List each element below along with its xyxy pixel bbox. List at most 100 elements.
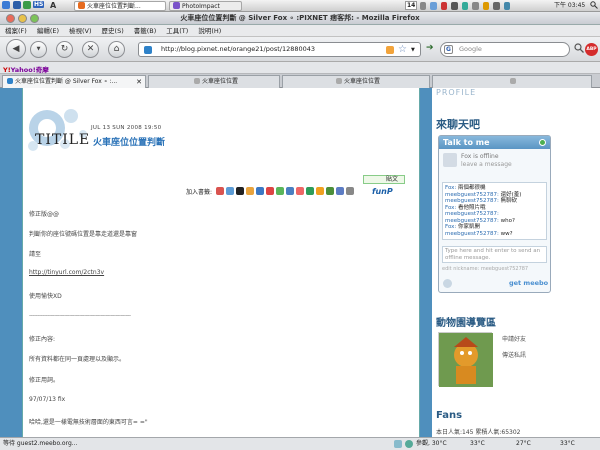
menu-bar: 檔案(F) 編輯(E) 檢視(V) 歷史(S) 書籤(B) 工具(T) 說明(H) [0,25,600,37]
app-icon-green[interactable] [23,1,33,10]
share-icon-14[interactable] [346,187,355,195]
menu-history[interactable]: 歷史(S) [97,25,129,37]
share-icon-7[interactable] [276,187,285,195]
share-icon-8[interactable] [286,187,295,195]
tray-usb-icon[interactable] [503,2,510,10]
tray-tool-icon[interactable] [451,2,458,10]
weather-2: 33°C [470,440,485,447]
stop-button[interactable]: ✕ [82,41,99,58]
share-icon-2[interactable] [226,187,235,195]
bookmark-star-icon[interactable]: ☆ [398,43,407,56]
share-icon-12[interactable] [326,187,335,195]
tray-chat-icon[interactable] [461,2,469,10]
url-text: http://blog.pixnet.net/orange21/post/128… [161,45,316,53]
profile-photo[interactable] [438,332,493,387]
post-link[interactable]: http://tinyurl.com/2ctn3v [29,269,104,276]
share-icon-3[interactable] [236,187,245,195]
share-icon-5[interactable] [256,187,265,195]
post-line-2: 判斷你的座位號碼位置是靠走道還是靠窗 [29,231,138,238]
chat-header-title: Talk to me [443,138,490,147]
tab-2-page-icon [193,78,200,84]
reload-button[interactable]: ↻ [56,41,73,58]
tab-close-icon[interactable]: ✕ [136,76,142,88]
tab-4[interactable] [432,75,592,88]
nickname-field[interactable]: edit nickname: meebguest752787 [442,265,547,274]
tray-speaker-icon[interactable] [420,2,427,10]
share-icon-11[interactable] [316,187,325,195]
rss-icon[interactable] [386,46,394,54]
leave-message-text: leave a message [461,161,512,168]
tab-3[interactable]: 火車座位位置 [282,75,430,88]
weather-4: 33°C [560,440,575,447]
post-line-1: 修正版@@ [29,211,60,218]
back-button[interactable]: ◀ [6,39,26,59]
share-icon-13[interactable] [336,187,345,195]
hs-icon[interactable]: HS [33,1,45,8]
chat-text: who? [500,217,515,224]
menu-edit[interactable]: 編輯(E) [32,25,64,37]
home-icon: ⌂ [113,44,120,54]
meebo-settings-icon[interactable] [443,279,452,288]
taskbar-app-firefox-label: 火車座位位置判斷... [87,3,141,10]
tray-number: 14 [405,1,418,10]
post-title[interactable]: 火車座位位置判斷 [93,135,165,148]
sidebar: PROFILE 來聊天吧 Talk to me Fox is offline l… [432,88,600,437]
tray-disk-icon[interactable] [493,2,500,10]
google-g-icon[interactable]: G [444,45,453,54]
taskbar-app-photoimpact[interactable]: PhotoImpact [169,1,242,11]
taskbar-app-firefox[interactable]: 火車座位位置判斷... [74,1,166,11]
cartoon-figure-icon [439,333,493,387]
funp-logo[interactable]: funP [372,187,393,196]
tab-active[interactable]: 火車座位位置判斷 @ Silver Fox ∘ :... ✕ [2,75,146,88]
font-a-icon[interactable]: A [50,1,56,10]
stop-icon: ✕ [86,44,95,54]
share-bookmarks-row: 加入書籤: [186,186,356,196]
menu-bookmarks[interactable]: 書籤(B) [129,25,162,37]
yahoo-y-icon: Y! [3,66,11,74]
chat-message-input[interactable]: Type here and hit enter to send an offli… [442,246,547,263]
tray-search-icon[interactable] [590,1,598,11]
post-line-5: 使用愉快XD [29,293,62,300]
home-button[interactable]: ⌂ [108,41,125,58]
history-dropdown-button[interactable]: ▼ [30,41,47,58]
tray-alert-icon[interactable] [440,2,448,10]
window-title: 火車座位位置判斷 @ Silver Fox ∘ :PIXNET 痞客邦: - M… [180,14,420,22]
tray-clip-icon[interactable] [472,2,479,10]
menu-view[interactable]: 檢視(V) [64,25,97,37]
menu-file[interactable]: 檔案(F) [0,25,32,37]
yahoo-bookmark-label: Yahoo!奇摩 [10,66,49,74]
tray-update-icon[interactable] [482,2,490,10]
profile-heading: PROFILE [436,88,477,97]
tab-2[interactable]: 火車座位位置 [148,75,280,88]
get-meebo-link[interactable]: get meebo [509,279,548,287]
share-icon-9[interactable] [296,187,305,195]
bookmarks-toolbar: Y!Yahoo!奇摩 [0,62,600,74]
post-title-word: TITILE [35,132,91,148]
tab-3-label: 火車座位位置 [343,78,380,85]
url-dropdown-icon[interactable]: ▼ [411,44,415,57]
tab-4-page-icon [510,78,516,84]
tip-button[interactable]: 貼文 [363,175,405,184]
weather-sun-icon [405,440,413,448]
share-icon-6[interactable] [266,187,275,195]
adblock-button[interactable]: ABP [585,43,598,56]
add-friend-link[interactable]: 申請好友 [502,334,526,343]
url-bar[interactable]: http://blog.pixnet.net/orange21/post/128… [138,42,421,57]
yahoo-bookmark[interactable]: Y!Yahoo!奇摩 [3,64,49,74]
menu-tools[interactable]: 工具(T) [161,25,193,37]
go-arrow-icon[interactable]: ➔ [426,43,434,53]
share-icon-10[interactable] [306,187,315,195]
send-message-link[interactable]: 傳送私訊 [502,350,526,359]
search-magnifier-icon[interactable] [574,43,584,55]
tray-icons [420,2,512,10]
status-addon-icon[interactable] [394,440,402,448]
menu-help[interactable]: 說明(H) [193,25,226,37]
share-icon-1[interactable] [216,187,225,195]
share-icon-4[interactable] [246,187,255,195]
windows-start-icon[interactable] [2,1,12,10]
search-input[interactable]: G Google [440,42,570,57]
app-icon-blue[interactable] [13,1,23,10]
avatar [443,153,457,167]
search-placeholder: Google [459,45,482,53]
tray-network-icon[interactable] [430,2,437,10]
